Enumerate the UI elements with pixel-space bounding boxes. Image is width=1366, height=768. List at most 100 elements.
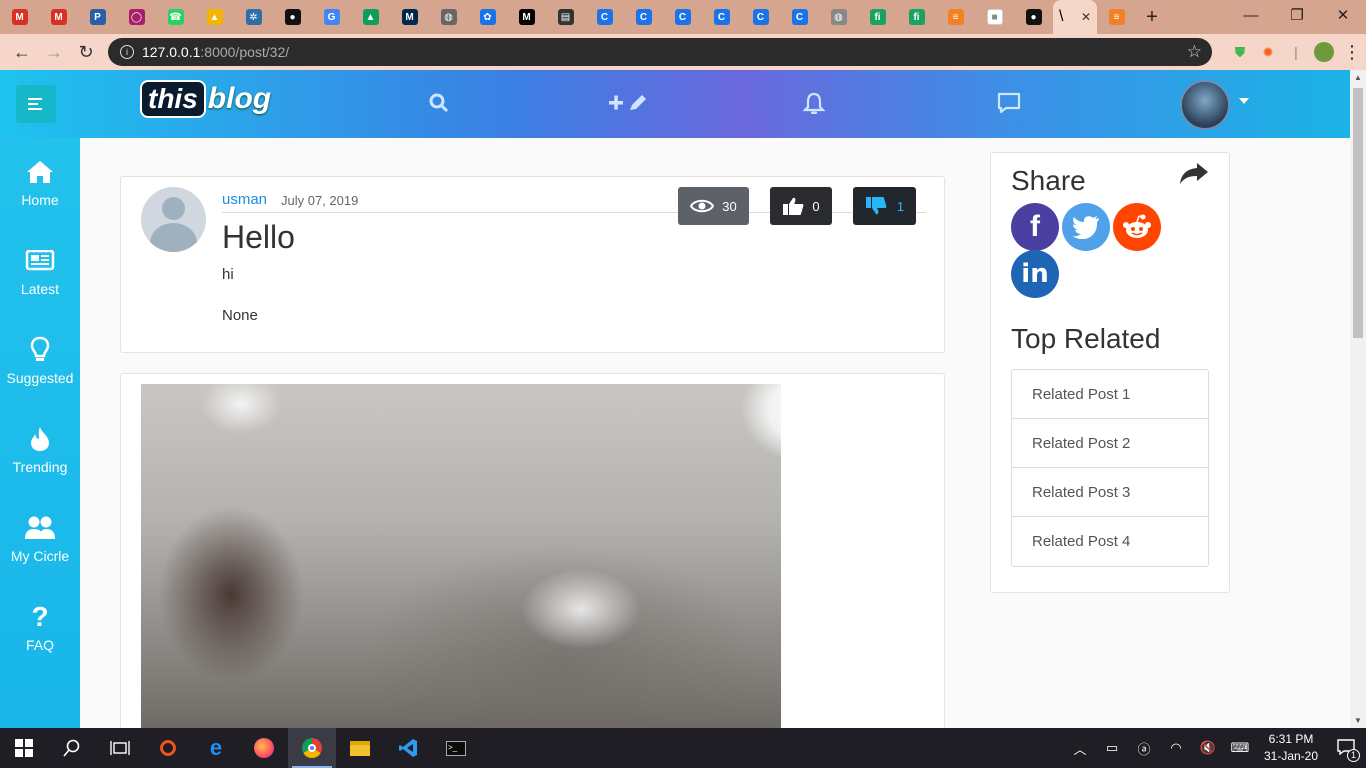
search-icon[interactable] xyxy=(428,92,450,120)
shield-extension-icon[interactable]: ⛊ xyxy=(1226,38,1254,66)
menu-toggle-button[interactable] xyxy=(16,85,56,123)
scroll-down-icon[interactable]: ▼ xyxy=(1354,716,1362,725)
circle-icon: ◯ xyxy=(128,9,145,25)
chrome-icon[interactable] xyxy=(288,728,336,768)
tab[interactable]: C xyxy=(702,0,741,34)
address-bar[interactable]: i 127.0.0.1:8000/post/32/ ☆ xyxy=(108,38,1212,66)
tab[interactable]: ✿ xyxy=(468,0,507,34)
browser-toolbar: ← → ↻ i 127.0.0.1:8000/post/32/ ☆ ⛊ ✹ | … xyxy=(0,34,1366,70)
related-post-link[interactable]: Related Post 4 xyxy=(1012,517,1208,566)
scroll-up-icon[interactable]: ▲ xyxy=(1354,73,1362,82)
volume-muted-icon[interactable]: 🔇 xyxy=(1192,740,1224,756)
minimize-button[interactable]: — xyxy=(1228,0,1274,30)
scroll-thumb[interactable] xyxy=(1353,88,1363,338)
tab[interactable]: ≡ xyxy=(1097,0,1136,34)
tab[interactable]: ☎ xyxy=(156,0,195,34)
tab[interactable]: ◍ xyxy=(429,0,468,34)
related-post-link[interactable]: Related Post 2 xyxy=(1012,419,1208,468)
user-avatar[interactable] xyxy=(1180,80,1230,130)
start-button[interactable] xyxy=(0,728,48,768)
menu-dots-icon[interactable]: ⋮ xyxy=(1338,38,1366,66)
tab[interactable]: C xyxy=(663,0,702,34)
close-window-button[interactable]: ✕ xyxy=(1320,0,1366,30)
tab[interactable]: M xyxy=(390,0,429,34)
related-post-link[interactable]: Related Post 1 xyxy=(1012,370,1208,419)
tab[interactable]: C xyxy=(585,0,624,34)
post-extra: None xyxy=(222,307,258,324)
tab[interactable]: M xyxy=(0,0,39,34)
tab[interactable]: ◯ xyxy=(117,0,156,34)
related-post-link[interactable]: Related Post 3 xyxy=(1012,468,1208,517)
author-avatar[interactable] xyxy=(141,187,206,252)
search-icon[interactable] xyxy=(48,728,96,768)
firefox-icon[interactable] xyxy=(240,728,288,768)
back-button[interactable]: ← xyxy=(6,36,38,68)
bookmark-star-icon[interactable]: ☆ xyxy=(1187,42,1202,62)
tab[interactable]: M xyxy=(39,0,78,34)
tab[interactable]: ◍ xyxy=(819,0,858,34)
tab[interactable]: ▲ xyxy=(195,0,234,34)
tab[interactable]: ■ xyxy=(975,0,1014,34)
info-icon[interactable]: i xyxy=(120,45,134,59)
chevron-up-icon[interactable]: ︿ xyxy=(1064,739,1096,758)
profile-avatar[interactable] xyxy=(1310,38,1338,66)
sidebar-item-my-circle[interactable]: My Cicrle xyxy=(0,512,80,564)
tab[interactable]: ≡ xyxy=(936,0,975,34)
sidebar-item-home[interactable]: Home xyxy=(0,156,80,208)
thumbs-down-icon xyxy=(865,197,887,215)
new-post-icon[interactable] xyxy=(608,92,650,120)
new-tab-button[interactable]: + xyxy=(1136,0,1168,34)
tab[interactable]: C xyxy=(780,0,819,34)
brave-extension-icon[interactable]: ✹ xyxy=(1254,38,1282,66)
tab[interactable]: fi xyxy=(858,0,897,34)
clock[interactable]: 6:31 PM 31-Jan-20 xyxy=(1256,731,1326,765)
post-image-card xyxy=(120,373,945,728)
site-logo[interactable]: this blog xyxy=(140,80,271,118)
file-explorer-icon[interactable] xyxy=(336,728,384,768)
task-view-icon[interactable] xyxy=(96,728,144,768)
github-icon: ● xyxy=(284,9,301,25)
wifi-icon[interactable]: ◠ xyxy=(1160,740,1192,756)
reload-button[interactable]: ↻ xyxy=(70,36,102,68)
tab[interactable]: C xyxy=(741,0,780,34)
maximize-button[interactable]: ❐ xyxy=(1274,0,1320,30)
tab[interactable]: M xyxy=(507,0,546,34)
battery-icon[interactable]: ▭ xyxy=(1096,740,1128,756)
chevron-down-icon[interactable] xyxy=(1239,98,1249,104)
tab[interactable]: ▤ xyxy=(546,0,585,34)
keyboard-icon[interactable]: ⌨ xyxy=(1224,740,1256,756)
tab[interactable]: fi xyxy=(897,0,936,34)
tab[interactable]: C xyxy=(624,0,663,34)
tab[interactable]: G xyxy=(312,0,351,34)
notification-icon[interactable]: 1 xyxy=(1326,738,1366,762)
ubuntu-icon[interactable] xyxy=(144,728,192,768)
sidebar-item-suggested[interactable]: Suggested xyxy=(0,334,80,386)
tab[interactable]: ● xyxy=(1014,0,1053,34)
messages-icon[interactable] xyxy=(997,92,1021,120)
tab[interactable]: ✲ xyxy=(234,0,273,34)
edge-icon[interactable]: e xyxy=(192,728,240,768)
active-tab[interactable]: \ ✕ xyxy=(1053,0,1097,34)
sidebar-label: FAQ xyxy=(25,637,54,653)
linkedin-icon[interactable]: in xyxy=(1011,250,1059,298)
tab[interactable]: P xyxy=(78,0,117,34)
ime-icon[interactable]: ⓐ xyxy=(1128,739,1160,758)
twitter-icon[interactable] xyxy=(1062,203,1110,251)
tab[interactable]: ● xyxy=(273,0,312,34)
author-link[interactable]: usman xyxy=(222,191,267,208)
vscode-icon[interactable] xyxy=(384,728,432,768)
sidebar-item-latest[interactable]: Latest xyxy=(0,245,80,297)
reddit-icon[interactable] xyxy=(1113,203,1161,251)
terminal-icon[interactable]: >_ xyxy=(432,728,480,768)
like-button[interactable]: 0 xyxy=(770,187,832,225)
facebook-icon[interactable]: f xyxy=(1011,203,1059,251)
tab[interactable]: ▲ xyxy=(351,0,390,34)
forward-button[interactable]: → xyxy=(38,36,70,68)
close-tab-icon[interactable]: ✕ xyxy=(1081,10,1091,24)
sidebar-item-trending[interactable]: Trending xyxy=(0,423,80,475)
dislike-button[interactable]: 1 xyxy=(853,187,916,225)
page-scrollbar[interactable]: ▲ ▼ xyxy=(1350,70,1366,728)
sidebar-item-faq[interactable]: ? FAQ xyxy=(0,601,80,653)
stack-icon: ≡ xyxy=(1108,9,1125,25)
bell-icon[interactable] xyxy=(802,92,826,122)
